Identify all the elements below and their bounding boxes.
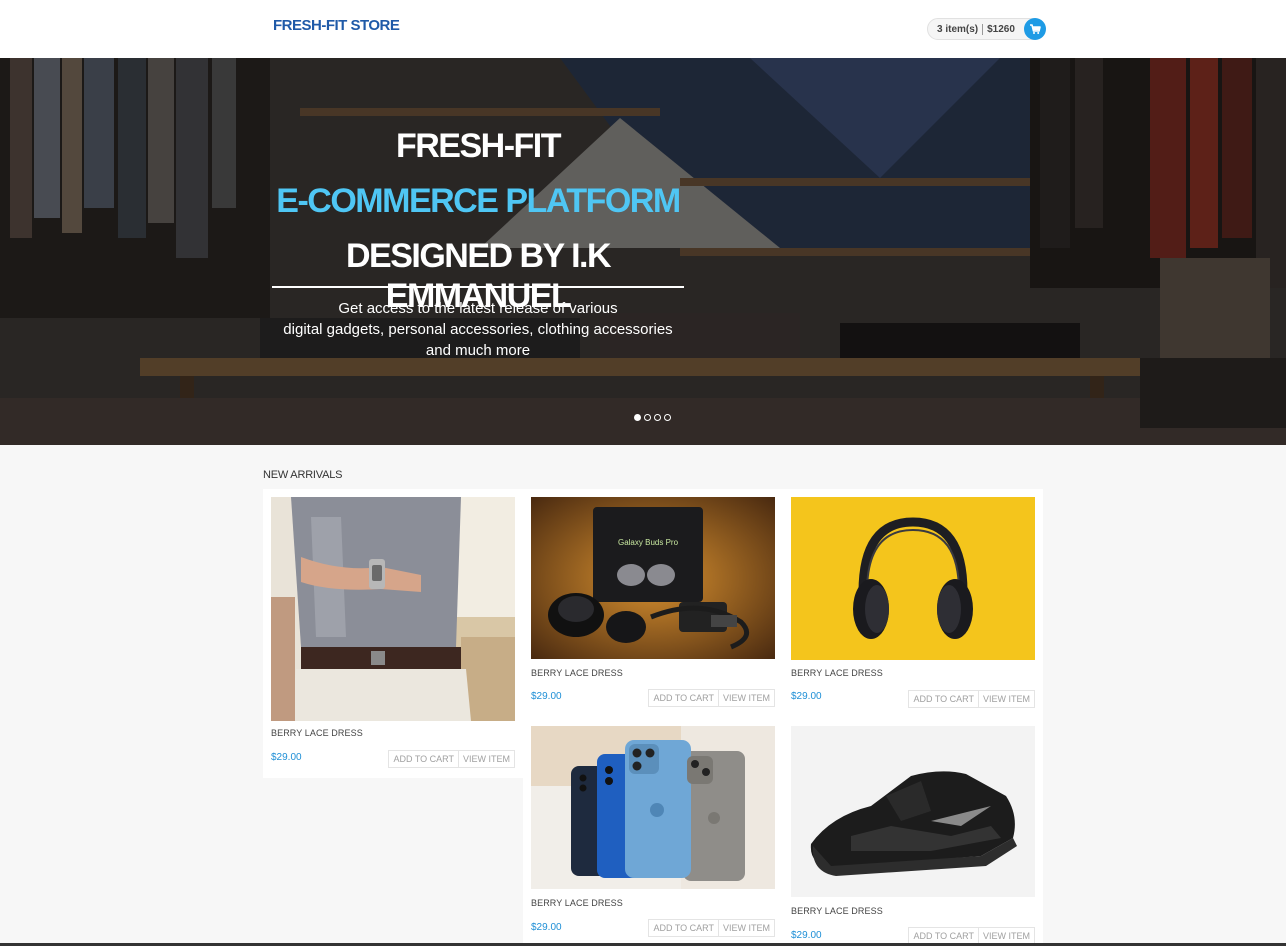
- cart-button[interactable]: [1023, 18, 1046, 40]
- hero-subtitle-line1: Get access to the latest release of vari…: [338, 300, 618, 317]
- product-name[interactable]: BERRY LACE DRESS: [791, 906, 883, 916]
- galaxy-buds-box-label: Galaxy Buds Pro: [618, 538, 679, 547]
- product-image[interactable]: [531, 726, 775, 889]
- product-actions: ADD TO CART VIEW ITEM: [388, 750, 515, 768]
- top-navbar: FRESH-FIT STORE 3 item(s) $1260: [0, 0, 1286, 58]
- product-card: BERRY LACE DRESS $29.00 ADD TO CART VIEW…: [783, 718, 1043, 946]
- carousel-indicators: [634, 414, 671, 421]
- product-price: $29.00: [531, 691, 562, 702]
- product-card: Galaxy Buds Pro BERRY LACE DRESS $29.00 …: [523, 489, 783, 718]
- product-photo-headphones: [791, 497, 1035, 660]
- product-price: $29.00: [531, 922, 562, 933]
- add-to-cart-button[interactable]: ADD TO CART: [648, 689, 719, 707]
- hero-heading-line2: E-COMMERCE PLATFORM: [276, 182, 681, 220]
- view-item-button[interactable]: VIEW ITEM: [719, 689, 775, 707]
- product-name[interactable]: BERRY LACE DRESS: [531, 898, 623, 908]
- cart-divider: [982, 23, 984, 35]
- brand-logo-link[interactable]: FRESH-FIT STORE: [273, 17, 400, 34]
- product-price: $29.00: [791, 691, 822, 702]
- product-actions: ADD TO CART VIEW ITEM: [648, 919, 775, 937]
- add-to-cart-button[interactable]: ADD TO CART: [388, 750, 459, 768]
- cart-pill[interactable]: 3 item(s) $1260: [927, 18, 1034, 40]
- product-card: BERRY LACE DRESS $29.00 ADD TO CART VIEW…: [523, 718, 783, 946]
- product-image[interactable]: [791, 726, 1035, 897]
- view-item-button[interactable]: VIEW ITEM: [719, 919, 775, 937]
- hero-subtitle-line2: digital gadgets, personal accessories, c…: [283, 321, 673, 338]
- product-name[interactable]: BERRY LACE DRESS: [271, 728, 363, 738]
- add-to-cart-button[interactable]: ADD TO CART: [648, 919, 719, 937]
- cart-summary[interactable]: 3 item(s) $1260: [927, 18, 1046, 40]
- product-name[interactable]: BERRY LACE DRESS: [791, 668, 883, 678]
- hero-divider: [272, 286, 684, 288]
- product-image[interactable]: Galaxy Buds Pro: [531, 497, 775, 659]
- product-image[interactable]: [791, 497, 1035, 660]
- product-image[interactable]: [271, 497, 515, 721]
- hero-carousel[interactable]: FRESH-FIT E-COMMERCE PLATFORM DESIGNED B…: [0, 58, 1286, 445]
- hero-heading-line1: FRESH-FIT: [395, 127, 562, 165]
- hero-subtitle: Get access to the latest release of vari…: [272, 298, 684, 361]
- carousel-dot-1[interactable]: [634, 414, 641, 421]
- product-price: $29.00: [271, 752, 302, 763]
- carousel-dot-3[interactable]: [654, 414, 661, 421]
- carousel-dot-4[interactable]: [664, 414, 671, 421]
- cart-item-count: 3 item(s): [937, 23, 979, 35]
- product-photo-iphones: [531, 726, 775, 889]
- view-item-button[interactable]: VIEW ITEM: [979, 690, 1035, 708]
- product-photo-sneaker: [791, 726, 1035, 897]
- product-photo-galaxy-buds: Galaxy Buds Pro: [531, 497, 775, 659]
- product-actions: ADD TO CART VIEW ITEM: [908, 690, 1035, 708]
- product-price: $29.00: [791, 930, 822, 941]
- product-name[interactable]: BERRY LACE DRESS: [531, 668, 623, 678]
- product-card: BERRY LACE DRESS $29.00 ADD TO CART VIEW…: [783, 489, 1043, 718]
- carousel-dot-2[interactable]: [644, 414, 651, 421]
- cart-icon: [1029, 24, 1041, 34]
- product-photo-watch: [271, 497, 515, 721]
- cart-total: $1260: [987, 23, 1015, 35]
- view-item-button[interactable]: VIEW ITEM: [459, 750, 515, 768]
- hero-subtitle-line3: and much more: [425, 342, 531, 359]
- product-actions: ADD TO CART VIEW ITEM: [648, 689, 775, 707]
- add-to-cart-button[interactable]: ADD TO CART: [908, 690, 979, 708]
- product-card: BERRY LACE DRESS $29.00 ADD TO CART VIEW…: [263, 489, 523, 778]
- section-title: NEW ARRIVALS: [263, 469, 343, 481]
